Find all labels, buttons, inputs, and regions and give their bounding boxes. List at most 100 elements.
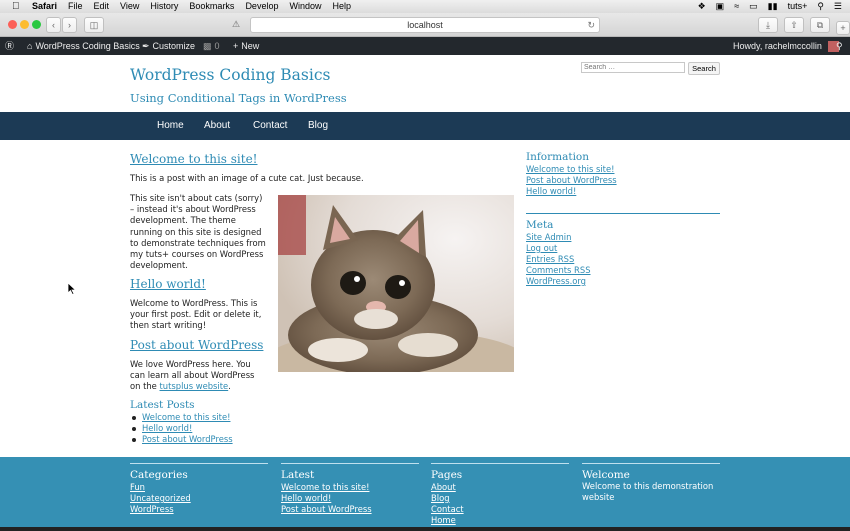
- wifi-icon[interactable]: ≈: [734, 0, 739, 13]
- admin-bar-new[interactable]: + New: [233, 37, 259, 55]
- footer-page-link[interactable]: About: [431, 482, 456, 492]
- footer-latest-title: Latest: [281, 469, 315, 481]
- latest-post-link[interactable]: Post about WordPress: [142, 434, 233, 444]
- admin-bar-customize[interactable]: ✒ Customize: [142, 37, 195, 55]
- comment-icon: ▩: [203, 41, 212, 51]
- post-title-wordpress[interactable]: Post about WordPress: [130, 338, 263, 352]
- nav-contact[interactable]: Contact: [253, 112, 287, 140]
- footer-divider: [431, 463, 569, 464]
- minimize-window-icon[interactable]: [20, 20, 29, 29]
- bullet-icon: [132, 427, 136, 431]
- back-icon[interactable]: ‹: [46, 17, 61, 33]
- nav-blog[interactable]: Blog: [308, 112, 328, 140]
- footer-latest-link[interactable]: Welcome to this site!: [281, 482, 369, 492]
- menu-safari[interactable]: Safari: [32, 0, 57, 13]
- site-description: Using Conditional Tags in WordPress: [130, 91, 347, 105]
- footer-category-link[interactable]: Fun: [130, 482, 145, 492]
- text-line: then start writing!: [130, 320, 207, 331]
- tabs-overview-icon[interactable]: ⧉: [810, 17, 830, 33]
- post-body-wordpress: We love WordPress here. You can learn al…: [130, 359, 270, 393]
- admin-bar-account[interactable]: Howdy, rachelmccollin: [733, 37, 839, 55]
- nav-home[interactable]: Home: [157, 112, 184, 140]
- apple-icon[interactable]: : [12, 0, 20, 13]
- site-name-label: WordPress Coding Basics: [35, 41, 140, 51]
- battery-icon[interactable]: ▮▮: [768, 0, 778, 13]
- text-line: development.: [130, 260, 188, 271]
- meta-link-comments-rss[interactable]: Comments RSS: [526, 265, 591, 275]
- text-line: your first post. Edit or delete it,: [130, 309, 262, 320]
- site-title[interactable]: WordPress Coding Basics: [130, 66, 330, 84]
- text-line: to demonstrate techniques from: [130, 237, 266, 248]
- text-line: running on this site is designed: [130, 226, 262, 237]
- footer-category-link[interactable]: Uncategorized: [130, 493, 191, 503]
- sidebar-icon[interactable]: ◫: [84, 17, 104, 33]
- meta-link-wordpress-org[interactable]: WordPress.org: [526, 276, 586, 286]
- menu-window[interactable]: Window: [289, 0, 321, 13]
- airplay-icon[interactable]: ▭: [749, 0, 758, 13]
- address-bar[interactable]: localhost ↻: [250, 17, 600, 33]
- menu-history[interactable]: History: [150, 0, 178, 13]
- dropbox-icon[interactable]: ❖: [698, 0, 706, 13]
- menu-view[interactable]: View: [120, 0, 139, 13]
- spotlight-icon[interactable]: ⚲: [817, 0, 824, 13]
- text-line: We love WordPress here. You: [130, 359, 251, 369]
- post-title-welcome[interactable]: Welcome to this site!: [130, 152, 258, 166]
- text-line: website: [582, 492, 615, 503]
- menu-help[interactable]: Help: [332, 0, 351, 13]
- meta-link-log-out[interactable]: Log out: [526, 243, 557, 253]
- bullet-icon: [132, 438, 136, 442]
- footer-page-link[interactable]: Blog: [431, 493, 450, 503]
- post-body-welcome: This site isn't about cats (sorry) – ins…: [130, 193, 270, 271]
- meta-link-entries-rss[interactable]: Entries RSS: [526, 254, 574, 264]
- window-bottom-edge: [0, 527, 850, 531]
- admin-bar-comments[interactable]: ▩ 0: [203, 37, 220, 55]
- menu-bookmarks[interactable]: Bookmarks: [189, 0, 234, 13]
- nav-about[interactable]: About: [204, 112, 230, 140]
- search-button[interactable]: Search: [688, 62, 720, 75]
- footer-latest-link[interactable]: Post about WordPress: [281, 504, 372, 514]
- footer-divider: [130, 463, 268, 464]
- bullet-icon: [132, 416, 136, 420]
- warning-icon[interactable]: ⚠: [227, 17, 245, 31]
- reload-icon[interactable]: ↻: [587, 18, 595, 32]
- site-footer: [0, 457, 850, 531]
- new-tab-icon[interactable]: +: [836, 21, 850, 35]
- menu-edit[interactable]: Edit: [94, 0, 110, 13]
- search-icon[interactable]: ⚲: [836, 37, 843, 55]
- footer-welcome-title: Welcome: [582, 469, 630, 481]
- footer-latest-link[interactable]: Hello world!: [281, 493, 331, 503]
- howdy-label: Howdy, rachelmccollin: [733, 41, 822, 51]
- information-link[interactable]: Welcome to this site!: [526, 164, 614, 174]
- information-link[interactable]: Hello world!: [526, 186, 576, 196]
- footer-category-link[interactable]: WordPress: [130, 504, 174, 514]
- macos-menu-bar:  Safari File Edit View History Bookmark…: [0, 0, 850, 13]
- menu-develop[interactable]: Develop: [245, 0, 278, 13]
- notification-center-icon[interactable]: ☰: [834, 0, 842, 13]
- wordpress-logo-icon[interactable]: Ⓡ: [5, 37, 14, 55]
- footer-page-link[interactable]: Contact: [431, 504, 464, 514]
- screen-record-icon[interactable]: ▣: [716, 0, 725, 13]
- close-window-icon[interactable]: [8, 20, 17, 29]
- meta-link-site-admin[interactable]: Site Admin: [526, 232, 571, 242]
- user-name[interactable]: tuts+: [788, 0, 808, 13]
- browser-toolbar: ‹ › ◫ ⚠ localhost ↻ ⤓ ⇧ ⧉ +: [0, 13, 850, 37]
- downloads-icon[interactable]: ⤓: [758, 17, 778, 33]
- widget-divider: [526, 213, 720, 214]
- forward-icon[interactable]: ›: [62, 17, 77, 33]
- meta-widget-title: Meta: [526, 219, 554, 231]
- tutsplus-link[interactable]: tutsplus website: [160, 381, 229, 391]
- mouse-cursor-icon: [68, 283, 76, 295]
- zoom-window-icon[interactable]: [32, 20, 41, 29]
- admin-bar-site-name[interactable]: ⌂ WordPress Coding Basics: [27, 37, 140, 55]
- menu-file[interactable]: File: [68, 0, 83, 13]
- text-line: – instead it's about WordPress: [130, 204, 256, 215]
- latest-post-link[interactable]: Hello world!: [142, 423, 192, 433]
- information-link[interactable]: Post about WordPress: [526, 175, 617, 185]
- search-input[interactable]: [581, 62, 685, 73]
- text-line: on the tutsplus website.: [130, 381, 270, 392]
- share-icon[interactable]: ⇧: [784, 17, 804, 33]
- plus-icon: +: [233, 41, 239, 51]
- footer-page-link[interactable]: Home: [431, 515, 456, 525]
- post-title-hello[interactable]: Hello world!: [130, 277, 206, 291]
- latest-post-link[interactable]: Welcome to this site!: [142, 412, 230, 422]
